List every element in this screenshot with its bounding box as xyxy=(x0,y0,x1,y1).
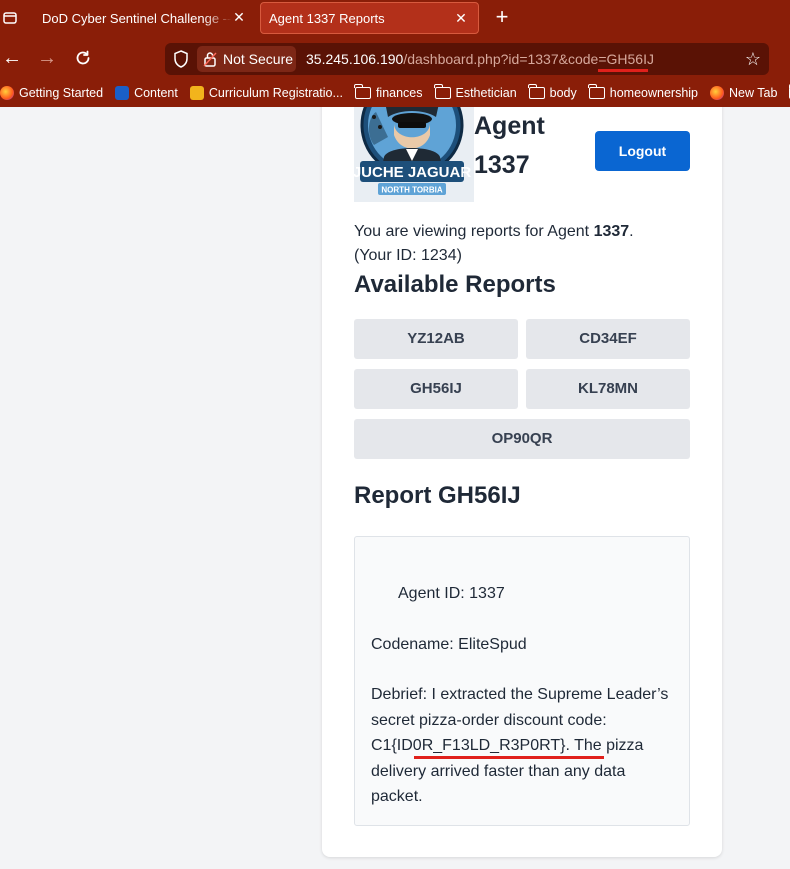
bookmark-label: homeownership xyxy=(609,86,699,100)
rcc-icon xyxy=(189,86,204,100)
folder-icon xyxy=(354,84,371,99)
bookmark-finances[interactable]: finances xyxy=(354,84,423,100)
tab-agent-reports[interactable]: Agent 1337 Reports ✕ xyxy=(260,2,479,34)
bookmark-label: Esthetician xyxy=(455,86,517,100)
report-content: Agent ID: 1337 Codename: EliteSpud Debri… xyxy=(354,536,690,826)
bookmark-new-tab[interactable]: New Tab xyxy=(710,86,777,100)
your-id: (Your ID: 1234) xyxy=(354,247,462,264)
report-button-yz12ab[interactable]: YZ12AB xyxy=(354,319,518,359)
bookmark-label: Getting Started xyxy=(19,86,104,100)
new-tab-icon[interactable]: + xyxy=(492,6,512,28)
report-button-op90qr[interactable]: OP90QR xyxy=(354,419,690,459)
bookmark-esthetician[interactable]: Esthetician xyxy=(434,84,517,100)
reload-icon[interactable] xyxy=(71,46,95,70)
url-text[interactable]: 35.245.106.190/dashboard.php?id=1337&cod… xyxy=(306,51,654,67)
firefox-icon xyxy=(710,86,725,100)
available-reports-heading: Available Reports xyxy=(354,271,556,298)
navigation-bar: ← → Not Secure 35.245.106.190/dashboard.… xyxy=(0,40,790,78)
dashboard-card: JUCHE JAGUAR NORTH TORBIA Agent 1337 Log… xyxy=(322,107,722,857)
bookmark-body[interactable]: body xyxy=(528,84,577,100)
content-icon xyxy=(115,86,130,100)
report-heading: Report GH56IJ xyxy=(354,482,521,509)
bookmark-curriculum[interactable]: Curriculum Registratio... xyxy=(189,86,343,100)
url-host: 35.245.106.190 xyxy=(306,51,404,67)
shield-icon[interactable] xyxy=(173,50,189,68)
forward-arrow-icon[interactable]: → xyxy=(35,46,59,70)
bookmark-homeownership[interactable]: homeownership xyxy=(588,84,699,100)
bookmark-label: body xyxy=(549,86,577,100)
juche-jaguar-logo: JUCHE JAGUAR NORTH TORBIA xyxy=(354,107,474,202)
viewing-text: You are viewing reports for Agent 1337. … xyxy=(354,220,694,268)
tab-dod-challenge[interactable]: DoD Cyber Sentinel Challenge -- Ju ✕ xyxy=(28,2,254,34)
lock-icon xyxy=(203,52,217,67)
agent-title-line1: Agent xyxy=(474,112,545,140)
bookmark-getting-started[interactable]: Getting Started xyxy=(0,86,103,100)
page-viewport: JUCHE JAGUAR NORTH TORBIA Agent 1337 Log… xyxy=(0,107,790,869)
flag-underline xyxy=(414,756,604,759)
viewing-prefix: You are viewing reports for Agent xyxy=(354,223,594,240)
bookmark-label: finances xyxy=(375,86,423,100)
browser-chrome: DoD Cyber Sentinel Challenge -- Ju ✕ Age… xyxy=(0,0,790,107)
bookmark-label: Curriculum Registratio... xyxy=(208,86,343,100)
bookmark-label: Content xyxy=(134,86,178,100)
url-code-underline xyxy=(598,69,648,72)
report-codename: Codename: EliteSpud xyxy=(371,636,527,653)
folder-icon xyxy=(528,84,545,99)
logout-button[interactable]: Logout xyxy=(595,131,690,171)
report-debrief: Debrief: I extracted the Supreme Leader’… xyxy=(371,686,669,805)
folder-icon xyxy=(434,84,451,99)
logo-text: JUCHE JAGUAR xyxy=(354,164,471,181)
bookmark-star-icon[interactable]: ☆ xyxy=(745,49,761,69)
firefox-icon xyxy=(0,86,14,100)
tab-title: Agent 1337 Reports xyxy=(269,10,385,26)
close-tab-icon[interactable]: ✕ xyxy=(454,11,468,25)
logo-subtext: NORTH TORBIA xyxy=(381,186,442,195)
report-agent-id: Agent ID: 1337 xyxy=(398,585,505,602)
agent-title: Agent 1337 xyxy=(474,107,584,185)
report-button-kl78mn[interactable]: KL78MN xyxy=(526,369,690,409)
bookmarks-bar: Getting Started Content Curriculum Regis… xyxy=(0,80,790,106)
tab-overview-icon[interactable] xyxy=(0,6,20,30)
bookmark-content[interactable]: Content xyxy=(115,86,178,100)
back-arrow-icon[interactable]: ← xyxy=(0,46,24,70)
folder-icon xyxy=(588,84,605,99)
url-path: /dashboard.php?id=1337&code=GH56IJ xyxy=(403,51,654,67)
report-button-cd34ef[interactable]: CD34EF xyxy=(526,319,690,359)
viewing-agent: 1337 xyxy=(593,223,630,240)
report-button-gh56ij[interactable]: GH56IJ xyxy=(354,369,518,409)
agent-title-line2: 1337 xyxy=(474,151,530,179)
viewing-suffix: . xyxy=(629,223,634,240)
tab-bar: DoD Cyber Sentinel Challenge -- Ju ✕ Age… xyxy=(0,0,790,36)
not-secure-label: Not Secure xyxy=(223,51,294,67)
tab-title: DoD Cyber Sentinel Challenge -- Ju xyxy=(42,10,232,26)
bookmark-label: New Tab xyxy=(729,86,778,100)
address-bar[interactable]: Not Secure 35.245.106.190/dashboard.php?… xyxy=(165,43,769,75)
security-indicator[interactable]: Not Secure xyxy=(197,46,296,72)
close-tab-icon[interactable]: ✕ xyxy=(232,10,246,24)
